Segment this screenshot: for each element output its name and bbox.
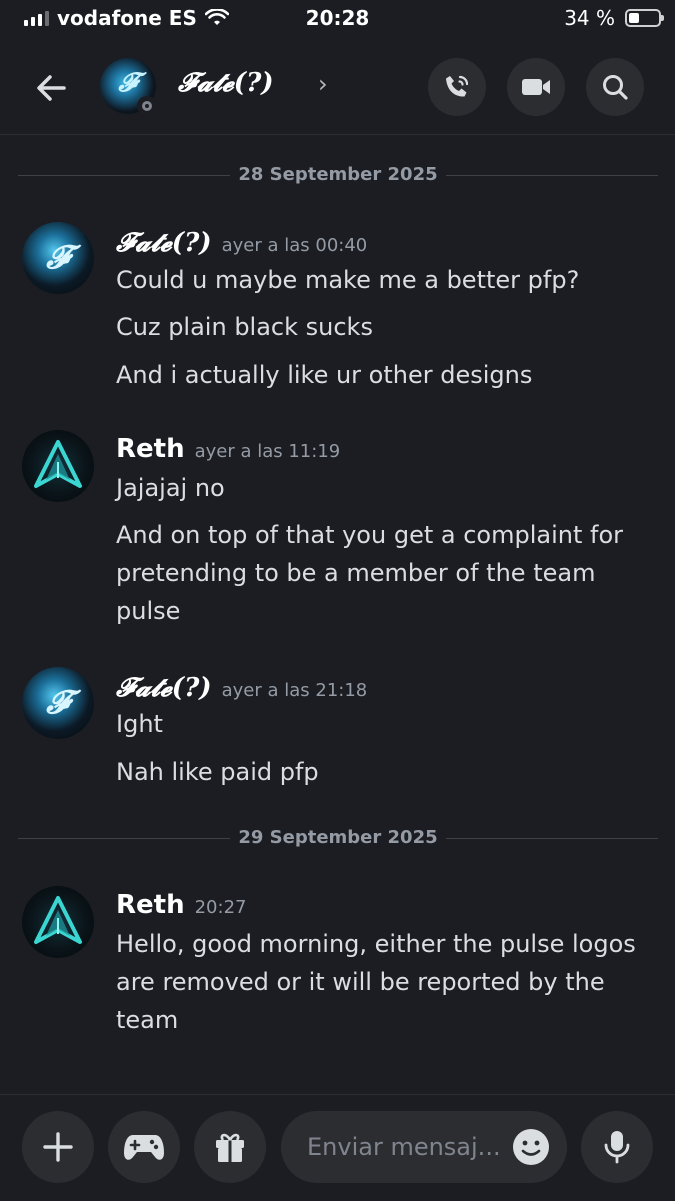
message-text[interactable]: Ight [116, 705, 646, 743]
emoji-icon[interactable] [511, 1127, 551, 1167]
video-call-button[interactable] [507, 58, 565, 116]
author-avatar[interactable]: 𝓕 [22, 222, 94, 294]
message-text[interactable]: team [116, 1001, 646, 1039]
message-text[interactable]: Hello, good morning, either the pulse lo… [116, 925, 646, 963]
gift-icon [216, 1133, 244, 1162]
activities-button[interactable] [108, 1111, 180, 1183]
message-timestamp: ayer a las 11:19 [194, 441, 341, 462]
author-name-text: Reth [116, 434, 185, 464]
reth-logo-icon [34, 440, 82, 488]
back-button[interactable] [30, 66, 74, 110]
message-text[interactable]: pulse [116, 592, 646, 630]
chevron-right-icon[interactable]: › [318, 70, 328, 98]
arrow-left-icon [37, 75, 66, 101]
date-separator: 29 September 2025 [18, 823, 658, 853]
battery-percent: 34 % [564, 6, 615, 30]
battery-icon [625, 9, 664, 27]
add-attachment-button[interactable] [22, 1111, 94, 1183]
message-input[interactable]: Enviar mensaj... [281, 1111, 567, 1183]
voice-message-button[interactable] [581, 1111, 653, 1183]
message-timestamp: 20:27 [194, 897, 247, 918]
chat-header: 𝓕 𝓕𝓪𝓽𝓮(?) › [0, 48, 675, 128]
message-text[interactable]: And on top of that you get a complaint f… [116, 516, 646, 554]
video-camera-icon [522, 79, 550, 95]
reth-logo-icon [34, 896, 82, 944]
message-text[interactable]: Nah like paid pfp [116, 753, 646, 791]
message-text[interactable]: And i actually like ur other designs [116, 356, 646, 394]
author-avatar[interactable]: 𝓕 [22, 667, 94, 739]
message-timestamp: ayer a las 00:40 [221, 235, 368, 256]
message-text[interactable]: Cuz plain black sucks [116, 308, 646, 346]
avatar-logo: 𝓕 [46, 238, 70, 276]
plus-icon [43, 1132, 73, 1162]
gamepad-icon [124, 1135, 164, 1160]
search-icon [603, 75, 628, 100]
voice-call-button[interactable] [428, 58, 486, 116]
offline-status-indicator [137, 96, 157, 116]
message-text[interactable]: Jajajaj no [116, 469, 646, 507]
microphone-icon [604, 1131, 630, 1164]
message-text[interactable]: pretending to be a member of the team [116, 554, 646, 592]
message-timestamp: ayer a las 21:18 [221, 680, 368, 701]
status-bar: vodafone ES 20:28 34 % [0, 0, 675, 40]
phone-call-icon [446, 75, 469, 97]
author-name-text: 𝓕𝓪𝓽𝓮(?) [116, 673, 212, 703]
author-name[interactable]: Reth ayer a las 11:19 [116, 434, 340, 464]
author-name[interactable]: Reth 20:27 [116, 890, 246, 920]
avatar-logo: 𝓕 [118, 68, 138, 98]
author-avatar[interactable] [22, 430, 94, 502]
gift-button[interactable] [194, 1111, 266, 1183]
author-name[interactable]: 𝓕𝓪𝓽𝓮(?) ayer a las 21:18 [116, 673, 367, 704]
avatar-logo: 𝓕 [46, 683, 70, 721]
author-avatar[interactable] [22, 886, 94, 958]
author-name-text: Reth [116, 890, 185, 920]
author-name[interactable]: 𝓕𝓪𝓽𝓮(?) ayer a las 00:40 [116, 228, 367, 259]
contact-name[interactable]: 𝓕𝓪𝓽𝓮(?) [178, 68, 274, 99]
message-input-placeholder: Enviar mensaj... [307, 1133, 501, 1161]
date-separator: 28 September 2025 [18, 160, 658, 190]
message-text[interactable]: are removed or it will be reported by th… [116, 963, 646, 1001]
search-button[interactable] [586, 58, 644, 116]
battery-group: 34 % [564, 6, 664, 30]
message-composer: Enviar mensaj... [0, 1094, 675, 1201]
message-text[interactable]: Could u maybe make me a better pfp? [116, 261, 646, 299]
header-divider [0, 134, 675, 135]
author-name-text: 𝓕𝓪𝓽𝓮(?) [116, 228, 212, 258]
